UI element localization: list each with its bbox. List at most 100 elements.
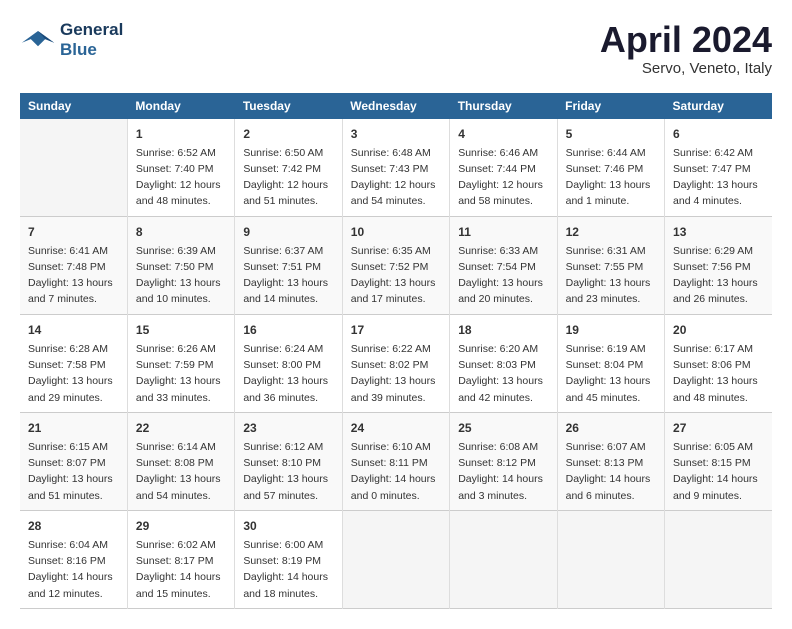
day-number: 7 (28, 223, 119, 241)
day-number: 27 (673, 419, 764, 437)
cell-content: Sunrise: 6:42 AMSunset: 7:47 PMDaylight:… (673, 145, 764, 210)
cell-content: Sunrise: 6:14 AMSunset: 8:08 PMDaylight:… (136, 439, 226, 504)
calendar-cell: 17Sunrise: 6:22 AMSunset: 8:02 PMDayligh… (342, 314, 449, 412)
day-number: 2 (243, 125, 333, 143)
calendar-cell: 28Sunrise: 6:04 AMSunset: 8:16 PMDayligh… (20, 510, 127, 608)
cell-content: Sunrise: 6:02 AMSunset: 8:17 PMDaylight:… (136, 537, 226, 602)
calendar-week-5: 28Sunrise: 6:04 AMSunset: 8:16 PMDayligh… (20, 510, 772, 608)
calendar-cell: 26 Sunrise: 6:07 AMSunset: 8:13 PMDayligh… (557, 412, 664, 510)
cell-content: Sunrise: 6:24 AMSunset: 8:00 PMDaylight:… (243, 341, 333, 406)
calendar-cell: 2 Sunrise: 6:50 AMSunset: 7:42 PMDaylight… (235, 119, 342, 217)
calendar-week-3: 14Sunrise: 6:28 AMSunset: 7:58 PMDayligh… (20, 314, 772, 412)
calendar-cell: 23 Sunrise: 6:12 AMSunset: 8:10 PMDayligh… (235, 412, 342, 510)
day-number: 22 (136, 419, 226, 437)
cell-content: Sunrise: 6:37 AMSunset: 7:51 PMDaylight:… (243, 243, 333, 308)
calendar-cell (450, 510, 557, 608)
day-number: 8 (136, 223, 226, 241)
calendar-cell: 20 Sunrise: 6:17 AMSunset: 8:06 PMDayligh… (665, 314, 772, 412)
day-number: 5 (566, 125, 656, 143)
calendar-cell: 14Sunrise: 6:28 AMSunset: 7:58 PMDayligh… (20, 314, 127, 412)
calendar-cell: 11Sunrise: 6:33 AMSunset: 7:54 PMDayligh… (450, 216, 557, 314)
month-title: April 2024 (600, 20, 772, 60)
calendar-cell: 27 Sunrise: 6:05 AMSunset: 8:15 PMDayligh… (665, 412, 772, 510)
page-header: General Blue April 2024 Servo, Veneto, I… (20, 20, 772, 77)
calendar-cell: 25 Sunrise: 6:08 AMSunset: 8:12 PMDayligh… (450, 412, 557, 510)
cell-content: Sunrise: 6:07 AMSunset: 8:13 PMDaylight:… (566, 439, 656, 504)
calendar-week-2: 7Sunrise: 6:41 AMSunset: 7:48 PMDaylight… (20, 216, 772, 314)
day-number: 24 (351, 419, 441, 437)
cell-content: Sunrise: 6:33 AMSunset: 7:54 PMDaylight:… (458, 243, 548, 308)
cell-content: Sunrise: 6:29 AMSunset: 7:56 PMDaylight:… (673, 243, 764, 308)
calendar-cell: 29 Sunrise: 6:02 AMSunset: 8:17 PMDayligh… (127, 510, 234, 608)
cell-content: Sunrise: 6:00 AMSunset: 8:19 PMDaylight:… (243, 537, 333, 602)
day-number: 20 (673, 321, 764, 339)
calendar-cell (342, 510, 449, 608)
calendar-cell: 9 Sunrise: 6:37 AMSunset: 7:51 PMDaylight… (235, 216, 342, 314)
calendar-cell: 24 Sunrise: 6:10 AMSunset: 8:11 PMDayligh… (342, 412, 449, 510)
cell-content: Sunrise: 6:35 AMSunset: 7:52 PMDaylight:… (351, 243, 441, 308)
calendar-cell: 12 Sunrise: 6:31 AMSunset: 7:55 PMDayligh… (557, 216, 664, 314)
cell-content: Sunrise: 6:46 AMSunset: 7:44 PMDaylight:… (458, 145, 548, 210)
calendar-cell (20, 119, 127, 217)
cell-content: Sunrise: 6:12 AMSunset: 8:10 PMDaylight:… (243, 439, 333, 504)
cell-content: Sunrise: 6:50 AMSunset: 7:42 PMDaylight:… (243, 145, 333, 210)
day-number: 15 (136, 321, 226, 339)
day-number: 9 (243, 223, 333, 241)
calendar-cell: 30Sunrise: 6:00 AMSunset: 8:19 PMDayligh… (235, 510, 342, 608)
calendar-cell: 19Sunrise: 6:19 AMSunset: 8:04 PMDayligh… (557, 314, 664, 412)
cell-content: Sunrise: 6:31 AMSunset: 7:55 PMDaylight:… (566, 243, 656, 308)
cell-content: Sunrise: 6:10 AMSunset: 8:11 PMDaylight:… (351, 439, 441, 504)
day-number: 3 (351, 125, 441, 143)
calendar-cell (665, 510, 772, 608)
day-number: 13 (673, 223, 764, 241)
column-header-sunday: Sunday (20, 93, 127, 119)
title-block: April 2024 Servo, Veneto, Italy (600, 20, 772, 77)
cell-content: Sunrise: 6:39 AMSunset: 7:50 PMDaylight:… (136, 243, 226, 308)
column-header-thursday: Thursday (450, 93, 557, 119)
day-number: 16 (243, 321, 333, 339)
calendar-cell: 1 Sunrise: 6:52 AMSunset: 7:40 PMDaylight… (127, 119, 234, 217)
cell-content: Sunrise: 6:05 AMSunset: 8:15 PMDaylight:… (673, 439, 764, 504)
day-number: 26 (566, 419, 656, 437)
cell-content: Sunrise: 6:08 AMSunset: 8:12 PMDaylight:… (458, 439, 548, 504)
calendar-cell: 10 Sunrise: 6:35 AMSunset: 7:52 PMDayligh… (342, 216, 449, 314)
column-header-wednesday: Wednesday (342, 93, 449, 119)
location: Servo, Veneto, Italy (600, 60, 772, 77)
cell-content: Sunrise: 6:22 AMSunset: 8:02 PMDaylight:… (351, 341, 441, 406)
calendar-cell: 18Sunrise: 6:20 AMSunset: 8:03 PMDayligh… (450, 314, 557, 412)
calendar-cell: 6 Sunrise: 6:42 AMSunset: 7:47 PMDaylight… (665, 119, 772, 217)
calendar-cell: 3 Sunrise: 6:48 AMSunset: 7:43 PMDaylight… (342, 119, 449, 217)
calendar-cell: 16 Sunrise: 6:24 AMSunset: 8:00 PMDayligh… (235, 314, 342, 412)
day-number: 4 (458, 125, 548, 143)
calendar-cell: 22 Sunrise: 6:14 AMSunset: 8:08 PMDayligh… (127, 412, 234, 510)
calendar-cell (557, 510, 664, 608)
calendar-cell: 4 Sunrise: 6:46 AMSunset: 7:44 PMDaylight… (450, 119, 557, 217)
calendar-cell: 13 Sunrise: 6:29 AMSunset: 7:56 PMDayligh… (665, 216, 772, 314)
column-header-saturday: Saturday (665, 93, 772, 119)
cell-content: Sunrise: 6:48 AMSunset: 7:43 PMDaylight:… (351, 145, 441, 210)
calendar-cell: 15 Sunrise: 6:26 AMSunset: 7:59 PMDayligh… (127, 314, 234, 412)
cell-content: Sunrise: 6:44 AMSunset: 7:46 PMDaylight:… (566, 145, 656, 210)
cell-content: Sunrise: 6:15 AMSunset: 8:07 PMDaylight:… (28, 439, 119, 504)
column-headers: SundayMondayTuesdayWednesdayThursdayFrid… (20, 93, 772, 119)
day-number: 23 (243, 419, 333, 437)
cell-content: Sunrise: 6:20 AMSunset: 8:03 PMDaylight:… (458, 341, 548, 406)
column-header-friday: Friday (557, 93, 664, 119)
cell-content: Sunrise: 6:26 AMSunset: 7:59 PMDaylight:… (136, 341, 226, 406)
calendar-week-4: 21Sunrise: 6:15 AMSunset: 8:07 PMDayligh… (20, 412, 772, 510)
cell-content: Sunrise: 6:52 AMSunset: 7:40 PMDaylight:… (136, 145, 226, 210)
day-number: 14 (28, 321, 119, 339)
day-number: 6 (673, 125, 764, 143)
logo-icon (20, 26, 56, 54)
cell-content: Sunrise: 6:17 AMSunset: 8:06 PMDaylight:… (673, 341, 764, 406)
column-header-tuesday: Tuesday (235, 93, 342, 119)
day-number: 29 (136, 517, 226, 535)
day-number: 1 (136, 125, 226, 143)
calendar-cell: 7Sunrise: 6:41 AMSunset: 7:48 PMDaylight… (20, 216, 127, 314)
calendar-cell: 21Sunrise: 6:15 AMSunset: 8:07 PMDayligh… (20, 412, 127, 510)
day-number: 10 (351, 223, 441, 241)
calendar-cell: 8 Sunrise: 6:39 AMSunset: 7:50 PMDaylight… (127, 216, 234, 314)
day-number: 12 (566, 223, 656, 241)
day-number: 25 (458, 419, 548, 437)
day-number: 19 (566, 321, 656, 339)
